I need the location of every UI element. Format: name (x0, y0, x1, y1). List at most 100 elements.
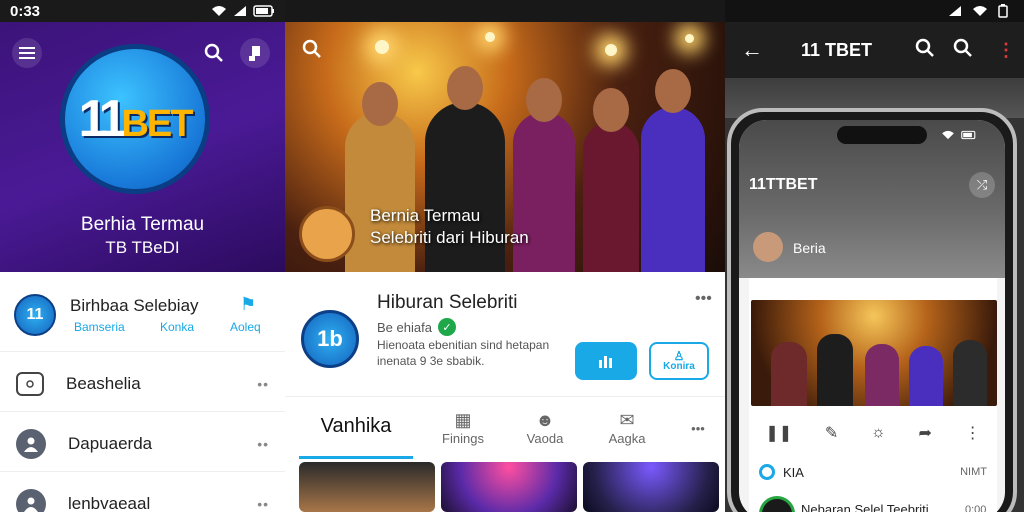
stage-light (685, 34, 694, 43)
tab-vaoda[interactable]: ☻ Vaoda (507, 397, 583, 459)
center-screen: Bernia Termau Selebriti dari Hiburan 1b … (285, 0, 725, 512)
follow-button[interactable]: ♙ Konira (649, 342, 709, 380)
search-icon[interactable] (293, 30, 331, 68)
item-avatar[interactable] (759, 496, 795, 512)
channel-title: Hiburan Selebriti (377, 292, 518, 313)
phone-app-title: 11TTBET (749, 176, 818, 193)
hero-subtitle: TB TBeDI (105, 238, 180, 257)
tab-finings[interactable]: ▦ Finings (425, 397, 501, 459)
user-icon: ☻ (535, 410, 555, 430)
banner-title: Bernia Termau (370, 206, 481, 225)
search-icon[interactable] (953, 38, 973, 63)
channel-subtitle: Be ehiafa (377, 319, 432, 335)
profile-name: Birhbaa Selebiay (70, 296, 199, 315)
brand-logo: 11BET (60, 44, 210, 194)
performer (641, 69, 705, 272)
back-arrow-icon[interactable]: ← (741, 37, 763, 63)
search-icon[interactable] (915, 38, 935, 63)
item-title: Nebaran Selel Teebriti (801, 502, 929, 512)
item-time: 0:00 (965, 504, 987, 512)
menu-item-dapuaerda[interactable]: Dapuaerda •• (0, 416, 285, 472)
tab-vanhika[interactable]: Vanhika (299, 397, 413, 459)
action-konka[interactable]: Konka (160, 320, 194, 334)
performer (953, 340, 987, 406)
wifi-icon (942, 130, 954, 140)
action-bamseria[interactable]: Bamseria (74, 320, 125, 334)
left-screen: 0:33 11BET Berhia Termau TB TBeDI 11 Bir… (0, 0, 285, 512)
channel-description-1: Hienoata ebenitian sind hetapan (377, 338, 550, 352)
more-icon[interactable]: •• (257, 436, 269, 452)
more-icon[interactable]: ••• (695, 290, 712, 308)
chat-icon: ✉ (619, 410, 635, 430)
menu-icon[interactable] (12, 38, 42, 68)
performer (817, 334, 853, 406)
status-bar (285, 0, 725, 22)
section-label: Beria (793, 240, 826, 256)
channel-description-2: inenata 9 3e sbabik. (377, 354, 485, 368)
battery-icon (998, 4, 1008, 18)
app-toolbar: ← 11 TBET ⋮ (725, 22, 1024, 78)
phone-screen: 11TTBET ⤮ Beria ❚❚ ✎ ☼ ➦ ⋮ KIA NIMT Neba… (739, 120, 1005, 512)
phone-header-image: 11TTBET ⤮ Beria (739, 120, 1005, 278)
stats-button[interactable] (575, 342, 637, 380)
video-thumbnail[interactable] (299, 462, 435, 512)
post-actions: ❚❚ ✎ ☼ ➦ ⋮ (749, 418, 997, 448)
tab-aagka[interactable]: ✉ Aagka (589, 397, 665, 459)
comment-icon[interactable]: ☼ (871, 424, 886, 442)
search-icon[interactable] (199, 38, 229, 68)
status-bar: 0:33 (0, 0, 285, 22)
status-bar (725, 0, 1024, 22)
more-icon[interactable]: •• (257, 376, 269, 392)
performer (345, 82, 415, 272)
post-image[interactable] (751, 300, 997, 406)
stage-light (375, 40, 389, 54)
avatar[interactable]: 11 (14, 294, 56, 336)
share-icon[interactable]: ⤮ (969, 172, 995, 198)
flag-icon[interactable]: ⚑ (240, 294, 256, 315)
share-icon[interactable]: ➦ (918, 423, 931, 443)
video-thumbnail[interactable] (441, 462, 577, 512)
concert-banner: Bernia Termau Selebriti dari Hiburan (285, 22, 725, 272)
signal-icon (234, 6, 246, 16)
hero-title: Berhia Termau (80, 214, 205, 235)
video-thumbnails (299, 462, 719, 512)
performer (583, 88, 639, 272)
wifi-icon (973, 6, 987, 16)
camera-icon (16, 371, 44, 396)
channel-info: 1b Hiburan Selebriti Be ehiafa ✓ Hienoat… (285, 272, 725, 396)
bar-chart-icon (599, 356, 612, 368)
battery-icon (253, 5, 274, 17)
more-vertical-icon[interactable]: ⋮ (965, 423, 981, 443)
menu-item-lenbvaeaal[interactable]: lenbvaeaal •• (0, 476, 285, 512)
banner-subtitle: Selebriti dari Hiburan (370, 228, 529, 247)
more-icon[interactable]: ••• (681, 397, 715, 459)
profile-row: 11 Birhbaa Selebiay Bamseria Konka Aoleq… (0, 272, 285, 352)
camera-notch (837, 126, 927, 144)
channel-logo[interactable]: 1b (301, 310, 359, 368)
performer (909, 346, 943, 406)
edit-icon[interactable]: ✎ (825, 423, 838, 443)
performer (865, 344, 899, 406)
stage-light (485, 32, 495, 42)
phone-mockup: 11TTBET ⤮ Beria ❚❚ ✎ ☼ ➦ ⋮ KIA NIMT Neba… (727, 108, 1017, 512)
signal-icon (949, 6, 961, 16)
toggle-icon[interactable] (759, 464, 775, 480)
toggle-row: KIA NIMT (759, 464, 987, 480)
avatar[interactable] (753, 232, 783, 262)
menu-item-beashelia[interactable]: Beashelia •• (0, 356, 285, 412)
phone-feed-card: ❚❚ ✎ ☼ ➦ ⋮ KIA NIMT Nebaran Selel Teebri… (749, 278, 997, 512)
hero-banner: 0:33 11BET Berhia Termau TB TBeDI (0, 0, 285, 272)
stage-light (605, 44, 617, 56)
action-aoleq[interactable]: Aoleq (230, 320, 261, 334)
pause-icon[interactable]: ❚❚ (765, 423, 792, 443)
share-icon[interactable] (240, 38, 270, 68)
more-vertical-icon[interactable]: ⋮ (997, 40, 1015, 61)
tab-bar: Vanhika ▦ Finings ☻ Vaoda ✉ Aagka ••• (285, 396, 725, 459)
battery-icon (961, 130, 976, 140)
app-collage: 0:33 11BET Berhia Termau TB TBeDI 11 Bir… (0, 0, 1024, 512)
more-icon[interactable]: •• (257, 496, 269, 512)
video-thumbnail[interactable] (583, 462, 719, 512)
app-title: 11 TBET (801, 39, 873, 60)
verified-icon: ✓ (437, 318, 456, 336)
performer (771, 342, 807, 406)
